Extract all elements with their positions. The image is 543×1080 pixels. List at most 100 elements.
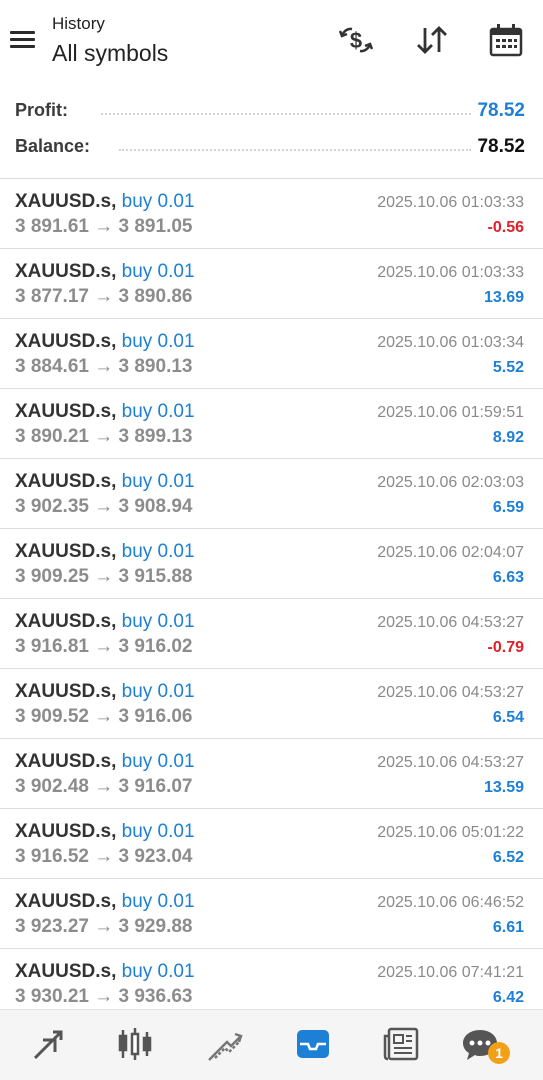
trade-side: buy 0.01 <box>121 331 195 352</box>
trade-symbol: XAUUSD.s, buy 0.01 <box>15 681 195 703</box>
trade-side: buy 0.01 <box>121 401 195 422</box>
symbol-name: XAUUSD.s, <box>15 611 117 632</box>
trade-prices: 3 877.17 → 3 890.86 <box>15 286 193 307</box>
trade-row[interactable]: XAUUSD.s, buy 0.01 3 916.81 → 3 916.02 202… <box>0 599 543 669</box>
trade-profit: 13.59 <box>483 779 524 796</box>
trade-profit: 6.54 <box>492 709 524 726</box>
trade-row[interactable]: XAUUSD.s, buy 0.01 3 891.61 → 3 891.05 202… <box>0 179 543 249</box>
symbol-name: XAUUSD.s, <box>15 261 117 282</box>
symbol-name: XAUUSD.s, <box>15 821 117 842</box>
trade-profit: 6.63 <box>492 569 524 586</box>
trade-prices: 3 916.81 → 3 916.02 <box>15 636 193 657</box>
trade-row[interactable]: XAUUSD.s, buy 0.01 3 916.52 → 3 923.04 202… <box>0 809 543 879</box>
trade-time: 2025.10.06 02:04:07 <box>377 544 524 561</box>
symbol-name: XAUUSD.s, <box>15 331 117 352</box>
trade-icon[interactable] <box>205 1024 245 1064</box>
profit-label: Profit: <box>15 100 68 120</box>
trade-profit: 6.42 <box>492 989 524 1006</box>
dotted-leader <box>101 113 471 115</box>
trade-prices: 3 891.61 → 3 891.05 <box>15 216 193 237</box>
trade-symbol: XAUUSD.s, buy 0.01 <box>15 821 195 843</box>
trade-time: 2025.10.06 01:03:34 <box>377 334 524 351</box>
trade-prices: 3 902.48 → 3 916.07 <box>15 776 193 797</box>
balance-label: Balance: <box>15 136 91 156</box>
trade-row[interactable]: XAUUSD.s, buy 0.01 3 930.21 → 3 936.63 202… <box>0 949 543 1009</box>
trade-profit: 8.92 <box>492 429 524 446</box>
trade-time: 2025.10.06 05:01:22 <box>377 824 524 841</box>
trade-time: 2025.10.06 01:03:33 <box>377 194 524 211</box>
trade-time: 2025.10.06 07:41:21 <box>377 964 524 981</box>
quotes-icon[interactable] <box>29 1024 69 1064</box>
trade-prices: 3 909.52 → 3 916.06 <box>15 706 193 727</box>
top-bar: History All symbols $ <box>0 0 543 88</box>
trade-profit: 13.69 <box>483 289 524 306</box>
trade-list[interactable]: XAUUSD.s, buy 0.01 3 891.61 → 3 891.05 202… <box>0 179 543 1009</box>
trade-side: buy 0.01 <box>121 191 195 212</box>
trade-side: buy 0.01 <box>121 261 195 282</box>
sort-icon[interactable] <box>414 22 450 58</box>
trade-time: 2025.10.06 02:03:03 <box>377 474 524 491</box>
history-icon[interactable] <box>293 1024 333 1064</box>
page-title: History <box>52 14 105 33</box>
trade-row[interactable]: XAUUSD.s, buy 0.01 3 909.25 → 3 915.88 202… <box>0 529 543 599</box>
trade-symbol: XAUUSD.s, buy 0.01 <box>15 471 195 493</box>
trade-symbol: XAUUSD.s, buy 0.01 <box>15 891 195 913</box>
dotted-leader <box>119 149 471 151</box>
trade-profit: 6.52 <box>492 849 524 866</box>
symbol-name: XAUUSD.s, <box>15 191 117 212</box>
currency-exchange-icon[interactable]: $ <box>338 22 374 58</box>
trade-row[interactable]: XAUUSD.s, buy 0.01 3 884.61 → 3 890.13 202… <box>0 319 543 389</box>
trade-prices: 3 884.61 → 3 890.13 <box>15 356 193 377</box>
profit-value: 78.52 <box>477 100 525 121</box>
trade-row[interactable]: XAUUSD.s, buy 0.01 3 877.17 → 3 890.86 202… <box>0 249 543 319</box>
trade-prices: 3 890.21 → 3 899.13 <box>15 426 193 447</box>
trade-symbol: XAUUSD.s, buy 0.01 <box>15 191 195 213</box>
trade-side: buy 0.01 <box>121 961 195 982</box>
bottom-navigation <box>0 1009 543 1080</box>
trade-row[interactable]: XAUUSD.s, buy 0.01 3 902.48 → 3 916.07 202… <box>0 739 543 809</box>
svg-text:$: $ <box>350 28 362 53</box>
trade-profit: 6.61 <box>492 919 524 936</box>
trade-row[interactable]: XAUUSD.s, buy 0.01 3 890.21 → 3 899.13 202… <box>0 389 543 459</box>
symbol-name: XAUUSD.s, <box>15 891 117 912</box>
trade-symbol: XAUUSD.s, buy 0.01 <box>15 261 195 283</box>
trade-symbol: XAUUSD.s, buy 0.01 <box>15 331 195 353</box>
trade-prices: 3 923.27 → 3 929.88 <box>15 916 193 937</box>
trade-time: 2025.10.06 06:46:52 <box>377 894 524 911</box>
balance-value: 78.52 <box>477 136 525 157</box>
trade-side: buy 0.01 <box>121 891 195 912</box>
trade-profit: -0.56 <box>487 219 524 236</box>
notification-badge: 1 <box>488 1042 510 1064</box>
trade-time: 2025.10.06 01:59:51 <box>377 404 524 421</box>
trade-prices: 3 916.52 → 3 923.04 <box>15 846 193 867</box>
symbol-name: XAUUSD.s, <box>15 541 117 562</box>
trade-symbol: XAUUSD.s, buy 0.01 <box>15 401 195 423</box>
trade-side: buy 0.01 <box>121 541 195 562</box>
trade-profit: 5.52 <box>492 359 524 376</box>
symbol-name: XAUUSD.s, <box>15 471 117 492</box>
trade-prices: 3 930.21 → 3 936.63 <box>15 986 193 1007</box>
trade-side: buy 0.01 <box>121 751 195 772</box>
trade-symbol: XAUUSD.s, buy 0.01 <box>15 541 195 563</box>
symbol-filter[interactable]: All symbols <box>52 40 168 67</box>
trade-row[interactable]: XAUUSD.s, buy 0.01 3 909.52 → 3 916.06 202… <box>0 669 543 739</box>
symbol-name: XAUUSD.s, <box>15 401 117 422</box>
menu-icon[interactable] <box>10 31 35 49</box>
trade-symbol: XAUUSD.s, buy 0.01 <box>15 751 195 773</box>
news-icon[interactable] <box>381 1024 421 1064</box>
trade-prices: 3 902.35 → 3 908.94 <box>15 496 193 517</box>
trade-prices: 3 909.25 → 3 915.88 <box>15 566 193 587</box>
trade-row[interactable]: XAUUSD.s, buy 0.01 3 902.35 → 3 908.94 202… <box>0 459 543 529</box>
calendar-icon[interactable] <box>488 22 524 58</box>
symbol-name: XAUUSD.s, <box>15 751 117 772</box>
trade-side: buy 0.01 <box>121 471 195 492</box>
trade-symbol: XAUUSD.s, buy 0.01 <box>15 961 195 983</box>
trade-symbol: XAUUSD.s, buy 0.01 <box>15 611 195 633</box>
trade-row[interactable]: XAUUSD.s, buy 0.01 3 923.27 → 3 929.88 202… <box>0 879 543 949</box>
trade-profit: -0.79 <box>487 639 524 656</box>
trade-side: buy 0.01 <box>121 611 195 632</box>
chart-icon[interactable] <box>115 1024 155 1064</box>
profit-row: Profit: 78.52 <box>15 100 525 124</box>
symbol-name: XAUUSD.s, <box>15 681 117 702</box>
trade-side: buy 0.01 <box>121 681 195 702</box>
